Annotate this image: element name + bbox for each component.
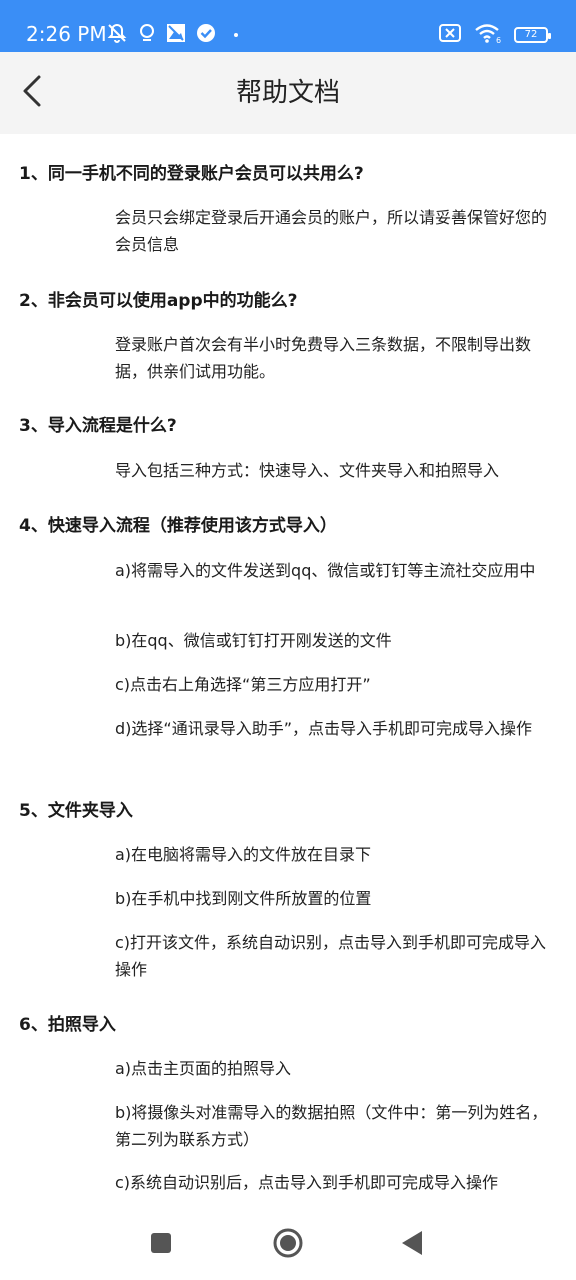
faq-answer-5c: c)打开该文件，系统自动识别，点击导入到手机即可完成导入操作 <box>115 933 547 979</box>
nav-back-button[interactable] <box>392 1228 432 1262</box>
faq-answer-4c: c)点击右上角选择“第三方应用打开” <box>115 675 371 694</box>
page-title: 帮助文档 <box>235 78 340 108</box>
faq-answer-5a: a)在电脑将需导入的文件放在目录下 <box>115 845 372 864</box>
check-icon <box>196 23 216 47</box>
recents-button[interactable] <box>141 1228 181 1262</box>
no-sim-icon <box>438 23 462 47</box>
help-content: 1、同一手机不同的登录账户会员可以共用么? 会员只会绑定登录后开通会员的账户，所… <box>0 134 576 1214</box>
mute-icon <box>106 22 128 48</box>
battery-icon: 72 <box>514 27 551 43</box>
faq-question-6: 6、拍照导入 <box>19 1015 116 1035</box>
svg-text:6: 6 <box>496 36 501 44</box>
faq-question-4: 4、快速导入流程（推荐使用该方式导入） <box>19 516 337 536</box>
back-triangle-icon <box>400 1230 424 1260</box>
status-time: 2:26 PM <box>26 22 107 46</box>
faq-answer-6a: a)点击主页面的拍照导入 <box>115 1059 292 1078</box>
status-right-icons: 6 72 <box>438 22 551 48</box>
notification-dot <box>234 33 238 37</box>
faq-question-3: 3、导入流程是什么? <box>19 416 177 436</box>
faq-answer-3: 导入包括三种方式：快速导入、文件夹导入和拍照导入 <box>115 461 500 480</box>
faq-answer-2: 登录账户首次会有半小时免费导入三条数据，不限制导出数据，供亲们试用功能。 <box>115 335 532 381</box>
location-icon <box>138 22 156 48</box>
status-bar: 2:26 PM 6 72 <box>0 0 576 52</box>
faq-answer-4d: d)选择“通讯录导入助手”，点击导入手机即可完成导入操作 <box>115 719 532 738</box>
faq-answer-4a: a)将需导入的文件发送到qq、微信或钉钉等主流社交应用中 <box>115 561 536 580</box>
recents-square-icon <box>150 1232 172 1258</box>
faq-question-1: 1、同一手机不同的登录账户会员可以共用么? <box>19 164 364 184</box>
system-nav-bar <box>0 1210 576 1280</box>
faq-answer-6b: b)将摄像头对准需导入的数据拍照（文件中：第一列为姓名，第二列为联系方式） <box>115 1103 548 1149</box>
faq-answer-6c: c)系统自动识别后，点击导入到手机即可完成导入操作 <box>115 1173 499 1192</box>
faq-question-2: 2、非会员可以使用app中的功能么? <box>19 291 298 311</box>
home-circle-icon <box>273 1228 303 1262</box>
faq-question-5: 5、文件夹导入 <box>19 801 133 821</box>
faq-answer-1: 会员只会绑定登录后开通会员的账户，所以请妥善保管好您的会员信息 <box>115 208 548 254</box>
image-icon <box>166 23 186 47</box>
faq-answer-5b: b)在手机中找到刚文件所放置的位置 <box>115 889 372 908</box>
app-bar: 帮助文档 <box>0 52 576 134</box>
home-button[interactable] <box>268 1228 308 1262</box>
wifi-icon: 6 <box>474 22 502 48</box>
faq-answer-4b: b)在qq、微信或钉钉打开刚发送的文件 <box>115 631 392 650</box>
status-left-icons <box>106 23 238 47</box>
